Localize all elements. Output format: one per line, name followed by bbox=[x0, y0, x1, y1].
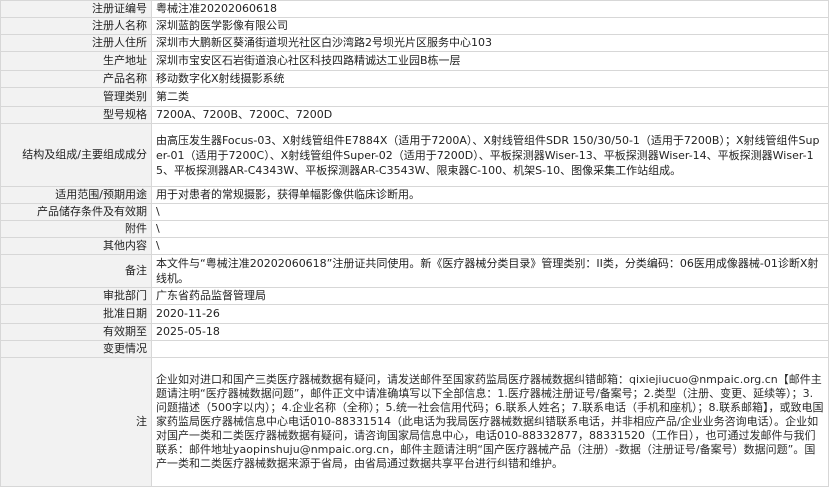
row-value: 深圳市大鹏新区葵涌街道坝光社区白沙湾路2号坝光片区服务中心103 bbox=[151, 34, 829, 52]
row-value: \ bbox=[151, 237, 829, 255]
row-label: 变更情况 bbox=[0, 340, 152, 358]
row-label: 审批部门 bbox=[0, 287, 152, 305]
row-value: 2025-05-18 bbox=[151, 323, 829, 341]
row-value: 7200A、7200B、7200C、7200D bbox=[151, 106, 829, 124]
row-label: 产品储存条件及有效期 bbox=[0, 203, 152, 221]
row-label: 备注 bbox=[0, 254, 152, 288]
registration-detail-table: 注册证编号 粤械注准20202060618 注册人名称 深圳蓝韵医学影像有限公司… bbox=[0, 0, 829, 487]
row-attachments: 附件 \ bbox=[0, 220, 829, 238]
row-structure-composition: 结构及组成/主要组成成分 由高压发生器Focus-03、X射线管组件E7884X… bbox=[0, 123, 829, 187]
row-label: 批准日期 bbox=[0, 304, 152, 324]
row-value: 深圳蓝韵医学影像有限公司 bbox=[151, 17, 829, 35]
row-remarks: 备注 本文件与“粤械注准20202060618”注册证共同使用。新《医疗器械分类… bbox=[0, 254, 829, 288]
row-other-content: 其他内容 \ bbox=[0, 237, 829, 255]
row-value: 企业如对进口和国产三类医疗器械数据有疑问，请发送邮件至国家药监局医疗器械数据纠错… bbox=[151, 357, 829, 487]
row-label: 注 bbox=[0, 357, 152, 487]
row-management-category: 管理类别 第二类 bbox=[0, 87, 829, 107]
row-registrant-address: 注册人住所 深圳市大鹏新区葵涌街道坝光社区白沙湾路2号坝光片区服务中心103 bbox=[0, 34, 829, 52]
row-intended-use: 适用范围/预期用途 用于对患者的常规摄影，获得单幅影像供临床诊断用。 bbox=[0, 186, 829, 204]
row-value: 本文件与“粤械注准20202060618”注册证共同使用。新《医疗器械分类目录》… bbox=[151, 254, 829, 288]
row-product-name: 产品名称 移动数字化X射线摄影系统 bbox=[0, 70, 829, 88]
row-value: 移动数字化X射线摄影系统 bbox=[151, 70, 829, 88]
row-label: 注册人名称 bbox=[0, 17, 152, 35]
row-label: 有效期至 bbox=[0, 323, 152, 341]
row-label: 产品名称 bbox=[0, 70, 152, 88]
row-label: 注册证编号 bbox=[0, 0, 152, 18]
row-approval-date: 批准日期 2020-11-26 bbox=[0, 304, 829, 324]
row-value: 由高压发生器Focus-03、X射线管组件E7884X（适用于7200A）、X射… bbox=[151, 123, 829, 187]
row-label: 型号规格 bbox=[0, 106, 152, 124]
row-valid-until: 有效期至 2025-05-18 bbox=[0, 323, 829, 341]
row-value: 2020-11-26 bbox=[151, 304, 829, 324]
row-model-spec: 型号规格 7200A、7200B、7200C、7200D bbox=[0, 106, 829, 124]
row-value: 第二类 bbox=[151, 87, 829, 107]
row-value: 粤械注准20202060618 bbox=[151, 0, 829, 18]
row-label: 生产地址 bbox=[0, 51, 152, 71]
row-label: 其他内容 bbox=[0, 237, 152, 255]
row-value bbox=[151, 340, 829, 358]
row-value: 深圳市宝安区石岩街道浪心社区科技四路精诚达工业园B栋一层 bbox=[151, 51, 829, 71]
row-change-history: 变更情况 bbox=[0, 340, 829, 358]
row-registrant-name: 注册人名称 深圳蓝韵医学影像有限公司 bbox=[0, 17, 829, 35]
row-approval-department: 审批部门 广东省药品监督管理局 bbox=[0, 287, 829, 305]
row-label: 结构及组成/主要组成成分 bbox=[0, 123, 152, 187]
row-note: 注 企业如对进口和国产三类医疗器械数据有疑问，请发送邮件至国家药监局医疗器械数据… bbox=[0, 357, 829, 487]
row-production-address: 生产地址 深圳市宝安区石岩街道浪心社区科技四路精诚达工业园B栋一层 bbox=[0, 51, 829, 71]
row-label: 附件 bbox=[0, 220, 152, 238]
row-label: 注册人住所 bbox=[0, 34, 152, 52]
row-label: 管理类别 bbox=[0, 87, 152, 107]
row-value: \ bbox=[151, 203, 829, 221]
row-value: 用于对患者的常规摄影，获得单幅影像供临床诊断用。 bbox=[151, 186, 829, 204]
row-registration-number: 注册证编号 粤械注准20202060618 bbox=[0, 0, 829, 18]
row-label: 适用范围/预期用途 bbox=[0, 186, 152, 204]
row-value: 广东省药品监督管理局 bbox=[151, 287, 829, 305]
row-storage-validity: 产品储存条件及有效期 \ bbox=[0, 203, 829, 221]
row-value: \ bbox=[151, 220, 829, 238]
